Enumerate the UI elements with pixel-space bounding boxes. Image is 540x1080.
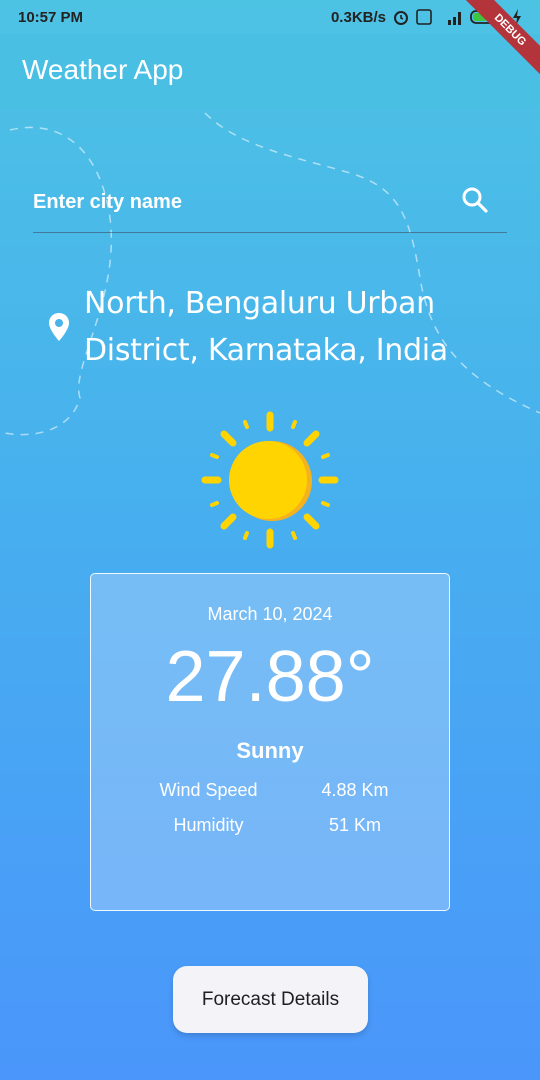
background-map-lines [4,112,540,436]
city-search-bar [33,176,507,233]
alarm-icon [394,11,408,25]
location-block: North, Bengaluru Urban District, Karnata… [48,280,508,374]
search-icon[interactable] [461,186,489,214]
weather-card: March 10, 2024 27.88° Sunny Wind Speed 4… [90,573,450,911]
status-time: 10:57 PM [18,8,84,26]
signal-icon [448,12,461,25]
location-pin-icon [49,313,69,341]
network-speed: 0.3KB/s [330,8,386,26]
app-bar: Weather App [0,34,540,108]
location-line-1: North, Bengaluru Urban [84,286,435,321]
humidity-value: 51 Km [328,815,382,835]
forecast-details-button[interactable]: Forecast Details [173,966,368,1033]
humidity-label: Humidity [173,815,244,835]
weather-date: March 10, 2024 [207,604,333,624]
wind-speed-label: Wind Speed [159,780,258,800]
volte-icon [416,9,432,25]
status-bar: 10:57 PM 0.3KB/s [0,0,540,34]
temperature: 27.88° [165,637,375,717]
location-name: North, Bengaluru Urban District, Karnata… [84,280,448,374]
location-line-2: District, Karnataka, India [84,333,448,368]
app-title: Weather App [22,54,184,85]
weather-condition: Sunny [236,738,304,763]
city-search-input[interactable] [33,184,443,220]
sun-icon [201,411,339,549]
wind-speed-value: 4.88 Km [321,780,389,800]
